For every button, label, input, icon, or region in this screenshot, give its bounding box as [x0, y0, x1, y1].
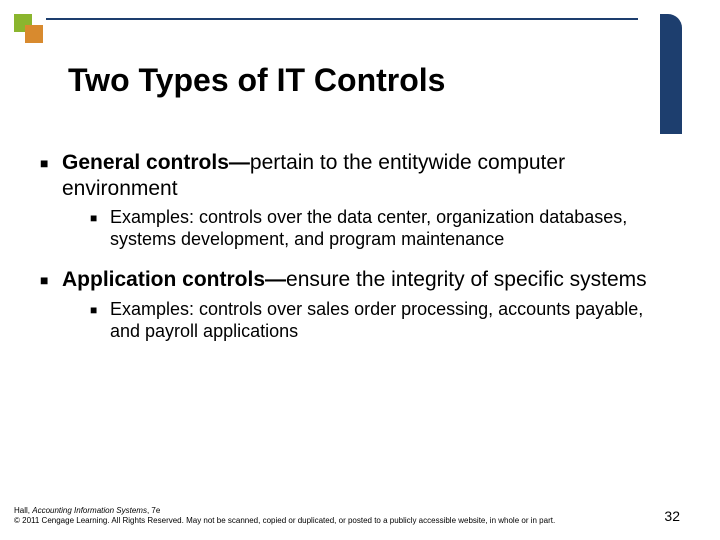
bullet-marker: ■ [90, 207, 110, 251]
bullet-marker: ■ [40, 267, 62, 293]
bullet-text: General controls—pertain to the entitywi… [62, 150, 660, 201]
footer-copyright: © 2011 Cengage Learning. All Rights Rese… [14, 516, 555, 525]
bullet-sub-text: Examples: controls over sales order proc… [110, 299, 660, 343]
bullet-level1: ■ General controls—pertain to the entity… [40, 150, 660, 201]
top-rule [46, 14, 660, 20]
slide-footer: Hall, Accounting Information Systems, 7e… [14, 506, 680, 526]
bullet-level1: ■ Application controls—ensure the integr… [40, 267, 660, 293]
decorative-squares [14, 14, 50, 50]
bullet-text: Application controls—ensure the integrit… [62, 267, 660, 293]
bullet-lead: General controls— [62, 151, 250, 174]
bullet-rest: ensure the integrity of specific systems [286, 268, 647, 291]
footer-book: Accounting Information Systems [32, 506, 147, 515]
bullet-level2: ■ Examples: controls over the data cente… [90, 207, 660, 251]
footer-edition: , 7e [147, 506, 160, 515]
bullet-marker: ■ [90, 299, 110, 343]
bullet-sub-text: Examples: controls over the data center,… [110, 207, 660, 251]
right-accent-bar [660, 14, 682, 134]
bullet-lead: Application controls— [62, 268, 286, 291]
slide-body: ■ General controls—pertain to the entity… [40, 150, 660, 359]
square-orange [25, 25, 43, 43]
footer-author: Hall, [14, 506, 32, 515]
bullet-marker: ■ [40, 150, 62, 201]
bullet-level2: ■ Examples: controls over sales order pr… [90, 299, 660, 343]
footer-citation: Hall, Accounting Information Systems, 7e… [14, 506, 555, 526]
slide-title: Two Types of IT Controls [68, 62, 445, 99]
page-number: 32 [664, 508, 680, 526]
